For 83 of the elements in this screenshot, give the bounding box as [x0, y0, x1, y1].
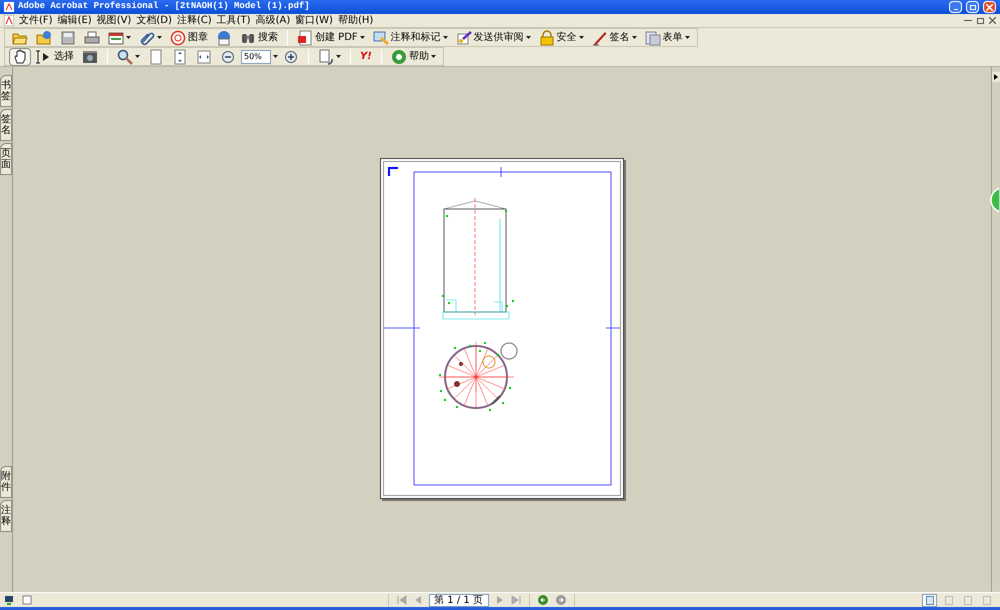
page-icon [196, 48, 212, 64]
side-tab[interactable]: 签名 [0, 109, 12, 141]
minus-circle-icon [220, 48, 236, 64]
side-tab[interactable]: 注释 [0, 500, 12, 532]
toolbar-button[interactable]: 注释和标记 [370, 28, 451, 46]
menu-item[interactable]: 注释(C) [176, 16, 212, 26]
toolbar-button[interactable]: 安全 [536, 28, 587, 46]
forward-icon[interactable] [556, 595, 566, 605]
caret-icon [273, 55, 278, 58]
pen-icon [456, 30, 472, 46]
toolbar-button[interactable]: 表单 [642, 28, 693, 46]
page-layout-icon [964, 596, 972, 604]
side-tab[interactable]: 附件 [0, 466, 12, 498]
caret-icon [526, 36, 531, 39]
window-icon [108, 30, 124, 46]
side-tab[interactable]: 书签 [0, 75, 12, 107]
restore-icon [970, 4, 976, 10]
back-icon[interactable] [538, 595, 548, 605]
close-icon[interactable] [989, 17, 996, 24]
magnifier-icon [117, 48, 133, 64]
caret-icon [684, 36, 690, 39]
page-layout-icon [926, 596, 934, 604]
page-icon [148, 48, 164, 64]
document-icon [297, 30, 313, 46]
pages-icon [644, 30, 661, 46]
window-title: Adobe Acrobat Professional - [2tNAOH(1) Model (1).pdf] [18, 0, 310, 14]
caret-icon [336, 55, 341, 58]
page-layout-icon [944, 596, 952, 604]
camera-icon [82, 48, 98, 64]
toolbar-button[interactable]: Y! [357, 48, 375, 66]
page-icon[interactable] [22, 595, 32, 605]
printer-icon [84, 30, 100, 46]
caret-icon [442, 36, 448, 39]
menu-item[interactable]: 编辑(E) [58, 16, 92, 26]
minimize-button[interactable] [949, 1, 962, 13]
close-icon [986, 4, 993, 10]
pdf-icon [4, 15, 14, 26]
menu-item[interactable]: 窗口(W) [295, 16, 333, 26]
toolbar-button[interactable] [9, 48, 31, 66]
caret-icon [126, 36, 131, 39]
restore-icon[interactable] [977, 18, 984, 24]
close-button[interactable] [983, 1, 996, 13]
page-layout-icon [982, 596, 990, 604]
paperclip-icon [139, 30, 155, 46]
toolbar-button[interactable]: 搜索 [237, 28, 281, 46]
toolbar-button[interactable]: 发送供审阅 [452, 28, 534, 46]
caret-icon [135, 55, 140, 58]
triangle-icon [994, 74, 998, 80]
caret-icon [632, 36, 637, 39]
caret-icon [430, 55, 436, 58]
side-tab[interactable]: 页面 [0, 143, 12, 175]
menu-item[interactable]: 工具(T) [216, 16, 251, 26]
restore-button[interactable] [966, 1, 979, 13]
page-field[interactable]: 第 1 / 1 页 [428, 594, 488, 606]
help-icon [390, 48, 407, 64]
folder-icon [36, 30, 52, 46]
hand-icon [12, 48, 28, 64]
toolbar-button[interactable]: 图章 [167, 28, 211, 46]
zoom-field[interactable]: 50% [241, 50, 271, 64]
page-icon [172, 48, 188, 64]
caret-icon [578, 36, 584, 39]
caret-icon [157, 36, 162, 39]
plus-circle-icon [283, 48, 299, 64]
menu-item[interactable]: 帮助(H) [338, 16, 374, 26]
rotate-icon [318, 48, 334, 64]
toolbar-button[interactable]: 选择 [33, 48, 77, 66]
menu-item[interactable]: 文件(F) [19, 16, 53, 26]
padlock-icon [538, 30, 555, 46]
page-layout-button[interactable] [922, 594, 937, 606]
toolbar-button[interactable]: 帮助 [388, 48, 439, 66]
toolbar-button[interactable]: 创建 PDF [294, 28, 368, 46]
pdf-icon [4, 2, 14, 12]
note-icon [372, 30, 389, 46]
menu-item[interactable]: 文档(D) [136, 16, 172, 26]
menu-item[interactable]: 高级(A) [256, 16, 290, 26]
toolbar-button[interactable]: 签名 [588, 28, 640, 46]
menu-item[interactable]: 视图(V) [96, 16, 132, 26]
stamp-icon [170, 30, 186, 46]
panel-toggle-button[interactable] [992, 72, 1000, 82]
monitor-icon[interactable] [4, 595, 14, 605]
minimize-icon [954, 9, 958, 10]
pen-icon [592, 30, 608, 46]
caret-icon [360, 36, 365, 39]
